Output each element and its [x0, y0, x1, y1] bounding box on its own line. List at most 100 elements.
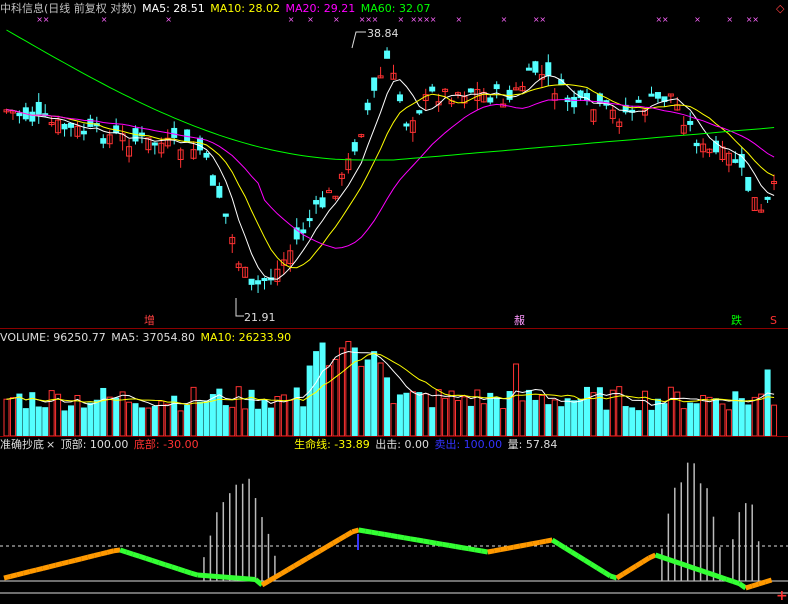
chart-title: 中科信息(日线 前复权 对数) [0, 2, 137, 15]
life-line-segment [602, 569, 612, 579]
life-line-segment [493, 547, 502, 554]
life-line-segment [325, 541, 335, 550]
life-line-segment [764, 577, 773, 585]
pane-divider-volume[interactable] [0, 328, 788, 329]
life-line-segment [699, 568, 708, 575]
life-line-segment [628, 563, 638, 573]
life-line-segment [563, 545, 573, 555]
life-line-segment [29, 567, 37, 575]
life-line-segment [138, 553, 147, 561]
life-line-segment [525, 541, 534, 548]
life-line-segment [751, 581, 760, 589]
life-line-segment [403, 535, 411, 542]
life-line-segment [210, 573, 218, 579]
legend-ma20: MA20: 29.21 [285, 2, 356, 15]
life-line-segment [661, 554, 670, 562]
signal-marker-zeng: 增 [144, 314, 155, 327]
life-line-segment [442, 541, 450, 548]
life-line-segment [557, 541, 567, 551]
stock-chart-window: { "main_header": { "title": "中科信息(日线 前复权… [0, 0, 788, 604]
signal-marker-gan: 赧 [514, 314, 525, 327]
life-line-segment [318, 544, 328, 553]
life-line-segment [583, 557, 593, 567]
life-line-segment [312, 548, 322, 557]
life-line-segment [170, 564, 179, 572]
life-line-segment [506, 544, 515, 551]
life-line-segment [706, 570, 715, 578]
legend-amount: 量: 57.84 [507, 438, 558, 451]
life-line-segment [119, 547, 128, 555]
life-line-segment [487, 548, 495, 555]
life-line-segment [113, 547, 121, 554]
legend-ma10: MA10: 28.02 [210, 2, 281, 15]
settings-diamond-icon[interactable]: ◇ [776, 3, 784, 15]
life-line-segment [641, 555, 651, 565]
life-line-segment [242, 576, 250, 582]
life-line-segment [260, 579, 270, 588]
life-line-segment [9, 572, 18, 579]
pane-divider-indicator[interactable] [0, 436, 788, 437]
life-line-segment [390, 533, 398, 540]
legend-attack: 出击: 0.00 [375, 438, 429, 451]
legend-volume-ma10: MA10: 26233.90 [200, 331, 292, 344]
indicator-chart[interactable]: + [0, 0, 788, 604]
life-line-segment [500, 545, 508, 553]
volume-legend: VOLUME: 96250.77 MA5: 37054.80 MA10: 262… [0, 331, 293, 345]
life-line-segment [409, 536, 418, 543]
life-line-segment [448, 542, 456, 549]
life-line-segment [158, 560, 167, 568]
high-price-label: 38.84 [367, 27, 399, 40]
buy-signal-plus-icon: + [776, 588, 788, 604]
legend-ma60: MA60: 32.07 [360, 2, 431, 15]
life-line-segment [223, 574, 230, 580]
legend-volume: VOLUME: 96250.77 [0, 331, 106, 344]
life-line-segment [480, 548, 489, 555]
life-line-segment [384, 531, 392, 538]
indicator-legend: 准确抄底 × 顶部: 100.00 底部: -30.00 生命线: -33.89 … [0, 438, 559, 452]
life-line-segment [570, 549, 580, 559]
life-line-segment [435, 540, 444, 547]
life-line-segment [344, 529, 354, 538]
life-line-segment [106, 548, 115, 555]
life-line-segment [42, 564, 50, 571]
life-line-segment [253, 577, 264, 587]
life-line-segment [467, 546, 476, 553]
life-line-segment [74, 556, 83, 563]
life-line-segment [474, 547, 482, 554]
legend-ma5: MA5: 28.51 [142, 2, 205, 15]
life-line-segment [305, 552, 315, 561]
indicator-name: 准确抄底 [0, 438, 44, 451]
life-line-segment [292, 560, 302, 569]
legend-top: 顶部: 100.00 [60, 438, 129, 451]
life-line-segment [16, 570, 24, 578]
life-line-segment [248, 576, 256, 582]
indicator-close-icon[interactable]: × [46, 438, 55, 451]
life-line-segment [615, 571, 625, 581]
life-line-segment [229, 575, 237, 581]
legend-sell-out: 卖出: 100.00 [434, 438, 503, 451]
life-line-segment [693, 565, 702, 573]
life-line-segment [358, 527, 366, 534]
life-line-segment [745, 583, 753, 591]
life-line-segment [732, 579, 741, 586]
life-line-segment [338, 533, 348, 542]
life-line-segment [596, 565, 606, 575]
life-line-segment [286, 563, 296, 572]
life-line-segment [519, 542, 527, 549]
life-line-segment [455, 544, 463, 551]
life-line-segment [538, 538, 547, 545]
life-line-segment [364, 528, 373, 535]
life-line-segment [216, 574, 224, 580]
price-legend: 中科信息(日线 前复权 对数) MA5: 28.51 MA10: 28.02 M… [0, 2, 432, 16]
life-line-segment [203, 573, 211, 579]
life-line-segment [757, 579, 766, 587]
life-line-segment [273, 571, 283, 580]
life-line-segment [513, 543, 521, 550]
life-line-segment [576, 553, 586, 563]
life-line-segment [93, 551, 102, 559]
life-line-segment [331, 537, 341, 546]
legend-volume-ma5: MA5: 37054.80 [111, 331, 195, 344]
life-line-segment [712, 572, 721, 580]
life-line-segment [545, 537, 553, 544]
life-line-segment [621, 567, 631, 577]
